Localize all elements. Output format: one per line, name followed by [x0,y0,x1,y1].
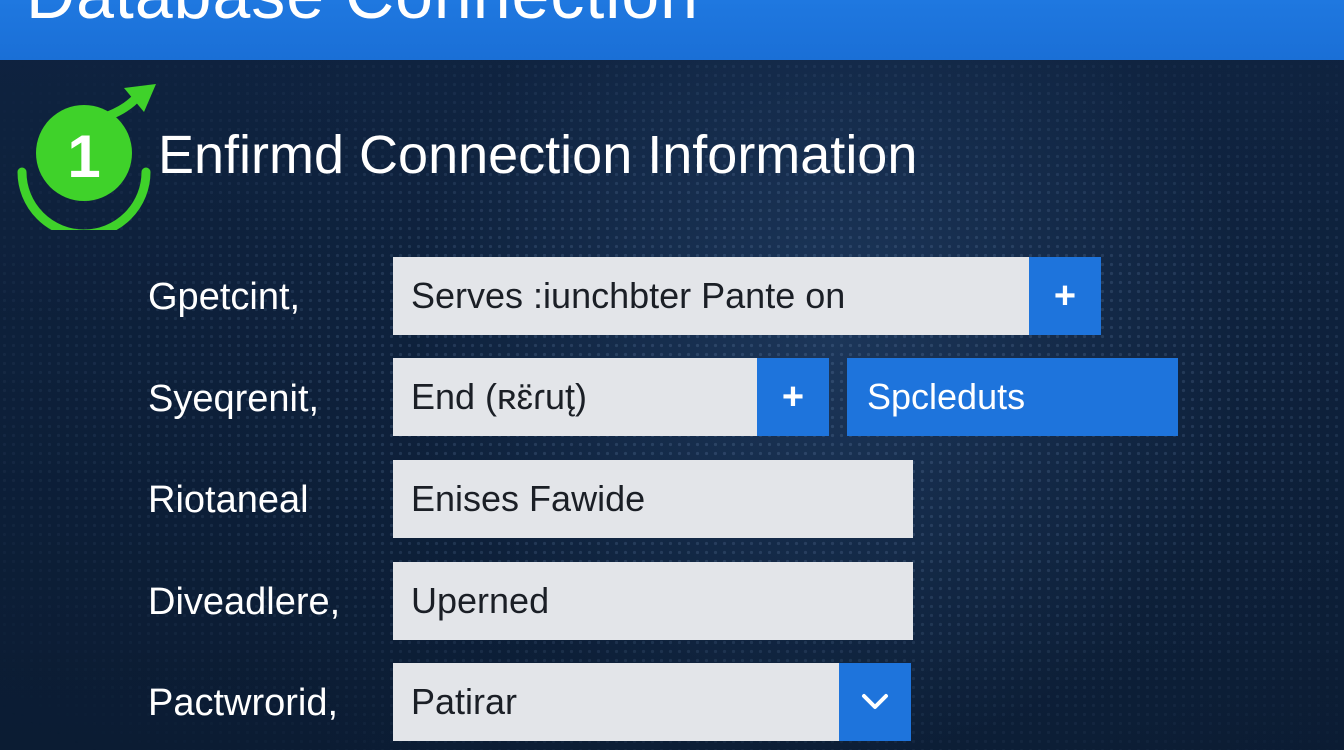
chevron-down-icon [862,694,888,709]
row-2-add-button[interactable]: + [757,358,829,436]
row-1-label: Gpetcint, [148,276,301,318]
row-5-select[interactable]: Patirar [393,663,839,741]
step-number: 1 [67,123,101,190]
row-4-input[interactable]: Uperned [393,562,913,640]
plus-icon: + [1053,274,1077,317]
row-4-label: Diveadlere, [148,581,341,623]
row-1-add-button[interactable]: + [1029,257,1101,335]
row-5-label: Pactwrorid, [148,682,339,724]
row-3-input[interactable]: Enises Fawide [393,460,913,538]
plus-icon: + [781,375,805,418]
row-3-label: Riotaneal [148,479,309,521]
row-2-input[interactable]: End (ʀɛ̈ɾut̨) [393,358,757,436]
title-banner: Database Connection [0,0,1344,60]
row-5-dropdown-button[interactable] [839,663,911,741]
row-1-input[interactable]: Serves :iunchbter Pante on [393,257,1029,335]
row-2-secondary-button[interactable]: Spcleduts [847,358,1178,436]
row-2-label: Syeqrenit, [148,378,320,420]
step-title: Enfirmd Connection Information [158,125,918,185]
page-title: Database Connection [26,0,699,34]
